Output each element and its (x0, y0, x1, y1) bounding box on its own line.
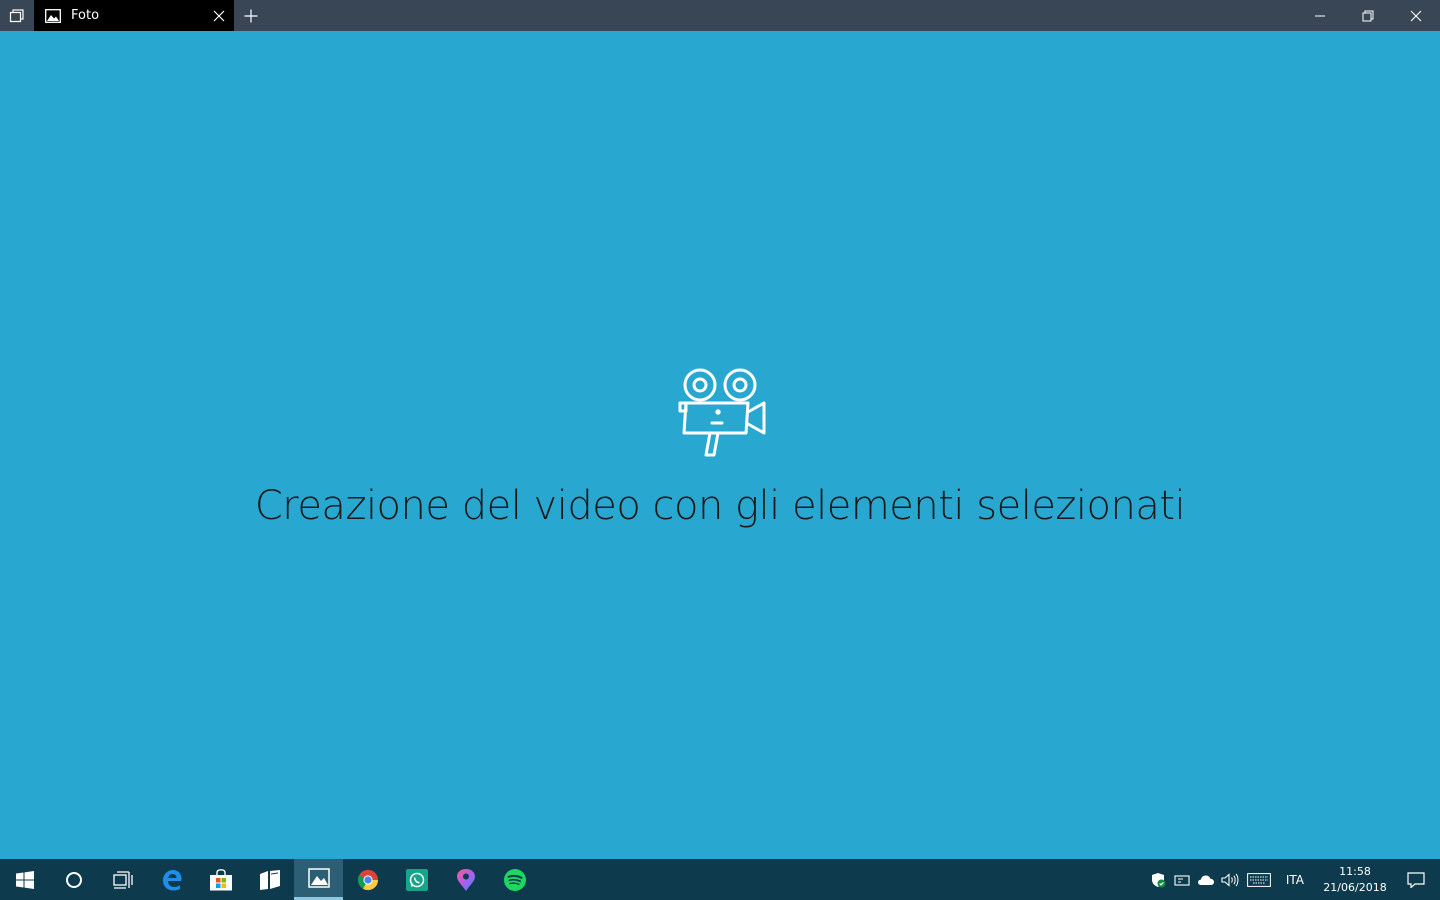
device-icon (1174, 874, 1190, 886)
restore-icon (1362, 10, 1374, 21)
taskbar-app-maps[interactable] (441, 859, 490, 900)
taskbar-app-chrome[interactable] (343, 859, 392, 900)
minimize-icon (1315, 15, 1325, 16)
action-center-button[interactable] (1392, 859, 1440, 900)
taskbar-app-photos[interactable] (294, 859, 343, 900)
taskbar-app-whatsapp[interactable] (392, 859, 441, 900)
cloud-icon (1197, 875, 1214, 885)
restore-button[interactable] (1344, 0, 1392, 31)
tab-overview-icon (9, 8, 24, 22)
tray-keyboard[interactable] (1242, 859, 1276, 900)
photos-app-icon (44, 7, 62, 25)
plus-icon (244, 9, 258, 22)
chrome-icon (357, 869, 378, 890)
taskbar-app-news[interactable] (245, 859, 294, 900)
system-tray: ITA 11:58 21/06/2018 (1146, 859, 1440, 900)
keyboard-icon (1246, 872, 1271, 887)
new-tab-button[interactable] (234, 0, 268, 31)
tab-overview-button[interactable] (0, 0, 34, 31)
clock[interactable]: 11:58 21/06/2018 (1318, 864, 1392, 896)
clock-date: 21/06/2018 (1323, 880, 1387, 894)
minimize-button[interactable] (1296, 0, 1344, 31)
video-camera-icon (678, 368, 766, 457)
taskbar-app-store[interactable] (196, 859, 245, 900)
taskbar: ITA 11:58 21/06/2018 (0, 859, 1440, 900)
tray-onedrive[interactable] (1194, 859, 1218, 900)
start-button[interactable] (0, 859, 49, 900)
notification-icon (1407, 871, 1425, 888)
photos-icon (307, 868, 330, 888)
tab-title: Foto (71, 8, 100, 23)
taskbar-app-spotify[interactable] (490, 859, 539, 900)
title-bar: Foto (0, 0, 1440, 31)
edge-icon (162, 869, 181, 890)
tab-foto[interactable]: Foto (34, 0, 234, 31)
maps-pin-icon (456, 868, 475, 891)
input-language[interactable]: ITA (1276, 873, 1318, 887)
shield-check-icon (1151, 872, 1166, 887)
task-view-button[interactable] (98, 859, 147, 900)
task-view-icon (112, 870, 133, 889)
close-icon (1410, 10, 1422, 21)
close-icon (213, 10, 224, 21)
tab-close-button[interactable] (203, 0, 234, 31)
tray-defender[interactable] (1146, 859, 1170, 900)
speaker-icon (1221, 872, 1239, 887)
tray-volume[interactable] (1218, 859, 1242, 900)
status-message: Creazione del video con gli elementi sel… (254, 483, 1186, 529)
title-bar-drag-area[interactable] (268, 0, 1296, 31)
tray-device[interactable] (1170, 859, 1194, 900)
taskbar-app-edge[interactable] (147, 859, 196, 900)
whatsapp-icon (405, 868, 428, 891)
news-icon (259, 869, 280, 890)
main-content: Creazione del video con gli elementi sel… (0, 31, 1440, 859)
windows-logo-icon (15, 870, 34, 889)
cortana-button[interactable] (49, 859, 98, 900)
clock-time: 11:58 (1339, 864, 1371, 878)
cortana-circle-icon (65, 871, 82, 888)
close-window-button[interactable] (1392, 0, 1440, 31)
spotify-icon (503, 868, 526, 891)
store-bag-icon (209, 868, 232, 890)
